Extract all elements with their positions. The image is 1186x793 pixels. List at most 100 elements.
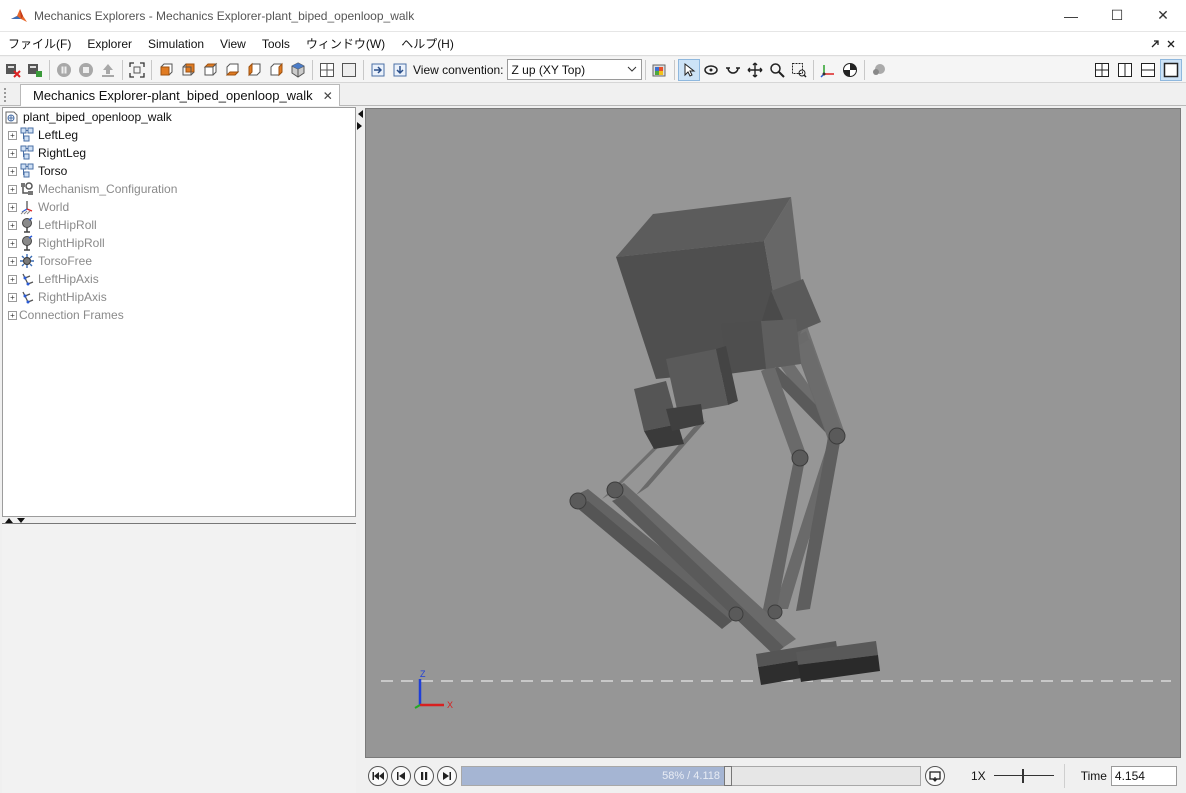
save-results-icon[interactable] (24, 59, 46, 81)
config-icon (19, 181, 35, 197)
layout-single-icon[interactable] (1160, 58, 1182, 81)
expand-icon[interactable]: + (8, 274, 17, 284)
expand-icon[interactable]: + (8, 220, 17, 230)
title-bar: Mechanics Explorers - Mechanics Explorer… (0, 0, 1186, 32)
tree-root-label: plant_biped_openloop_walk (23, 110, 172, 124)
tree-item-label: TorsoFree (38, 254, 93, 268)
vertical-splitter[interactable] (356, 107, 364, 793)
view-right-icon[interactable] (265, 59, 287, 81)
single-view-icon[interactable] (338, 59, 360, 81)
tree-item-lefthiproll[interactable]: + LeftHipRoll (3, 216, 355, 234)
undock-icon[interactable] (1148, 37, 1162, 51)
view-back-icon[interactable] (177, 59, 199, 81)
clear-results-icon[interactable] (2, 59, 24, 81)
expand-icon[interactable]: + (8, 166, 17, 176)
tree-item-mechanism-configuration[interactable]: + Mechanism_Configuration (3, 180, 355, 198)
playback-speed-label: 1X (971, 769, 986, 783)
menu-help[interactable]: ヘルプ(H) (393, 33, 462, 55)
playback-bar: 58% / 4.118 1X Time 4.154 (365, 759, 1186, 793)
minimize-button[interactable]: — (1048, 0, 1094, 32)
layout-four-icon[interactable] (1091, 59, 1113, 81)
expand-icon[interactable]: + (8, 130, 17, 140)
view-convention-label: View convention: (413, 62, 504, 77)
tree-item-label: RightHipRoll (38, 236, 105, 250)
step-back-button[interactable] (391, 766, 411, 786)
speed-slider-knob[interactable] (1021, 769, 1024, 783)
menu-view[interactable]: View (212, 33, 254, 55)
menu-simulation[interactable]: Simulation (140, 33, 212, 55)
import-icon[interactable] (367, 59, 389, 81)
layout-vertical-split-icon[interactable] (1114, 59, 1136, 81)
3d-viewport[interactable]: Z X (365, 108, 1181, 758)
expand-icon[interactable]: + (8, 184, 17, 194)
menu-tools[interactable]: Tools (254, 33, 298, 55)
tree-root[interactable]: plant_biped_openloop_walk (3, 108, 355, 126)
background-color-icon[interactable] (649, 59, 671, 81)
tree-item-torsofree[interactable]: + TorsoFree (3, 252, 355, 270)
tree-item-leftleg[interactable]: + LeftLeg (3, 126, 355, 144)
layout-horizontal-split-icon[interactable] (1137, 59, 1159, 81)
box-zoom-icon[interactable] (788, 59, 810, 81)
progress-text: 58% / 4.118 (662, 770, 720, 782)
view-convention-value: Z up (XY Top) (511, 62, 586, 77)
tree-item-world[interactable]: + World (3, 198, 355, 216)
zoom-icon[interactable] (766, 59, 788, 81)
time-label: Time (1080, 769, 1107, 783)
tab-close-icon[interactable]: ✕ (323, 89, 333, 103)
export-icon[interactable] (389, 59, 411, 81)
collapse-left-icon[interactable] (356, 109, 364, 121)
four-views-icon[interactable] (316, 59, 338, 81)
expand-icon[interactable]: + (8, 238, 17, 248)
pause-button[interactable] (414, 766, 434, 786)
view-convention-select[interactable]: Z up (XY Top) (506, 59, 642, 80)
tree-item-righthipaxis[interactable]: + RightHipAxis (3, 288, 355, 306)
view-front-icon[interactable] (155, 59, 177, 81)
progress-thumb[interactable] (723, 766, 732, 786)
free-joint-icon (19, 253, 35, 269)
menu-file[interactable]: ファイル(F) (0, 33, 79, 55)
expand-right-icon[interactable] (356, 121, 364, 133)
rewind-button[interactable] (368, 766, 388, 786)
roll-icon[interactable] (722, 59, 744, 81)
fit-to-view-icon[interactable] (126, 59, 148, 81)
pause-sim-icon[interactable] (53, 59, 75, 81)
step-sim-icon[interactable] (97, 59, 119, 81)
expand-icon[interactable]: + (8, 256, 17, 266)
view-top-icon[interactable] (199, 59, 221, 81)
drag-grip[interactable] (4, 88, 12, 102)
select-pointer-icon[interactable] (677, 58, 700, 81)
playback-progress[interactable]: 58% / 4.118 (461, 766, 921, 786)
expand-icon[interactable]: + (8, 310, 17, 320)
point-cloud-icon[interactable] (868, 59, 890, 81)
expand-icon[interactable]: + (8, 148, 17, 158)
view-isometric-icon[interactable] (287, 59, 309, 81)
step-forward-button[interactable] (437, 766, 457, 786)
frames-toggle-icon[interactable] (817, 59, 839, 81)
tree-item-label: LeftHipAxis (38, 272, 99, 286)
tree-item-label: Torso (38, 164, 68, 178)
tree-item-lefthipaxis[interactable]: + LeftHipAxis (3, 270, 355, 288)
menu-window[interactable]: ウィンドウ(W) (298, 33, 393, 55)
time-input[interactable]: 4.154 (1110, 766, 1177, 786)
tree-item-label: RightHipAxis (38, 290, 107, 304)
tree-item-rightleg[interactable]: + RightLeg (3, 144, 355, 162)
frame-icon (19, 271, 35, 287)
rotate-icon[interactable] (700, 59, 722, 81)
loop-button[interactable] (925, 766, 945, 786)
playback-speed-slider[interactable] (993, 766, 1054, 786)
pan-icon[interactable] (744, 59, 766, 81)
tab-mechanics-explorer[interactable]: Mechanics Explorer-plant_biped_openloop_… (20, 84, 340, 106)
menu-explorer[interactable]: Explorer (79, 33, 140, 55)
expand-icon[interactable]: + (8, 202, 17, 212)
close-panel-icon[interactable] (1164, 37, 1178, 51)
stop-sim-icon[interactable] (75, 59, 97, 81)
tree-item-torso[interactable]: + Torso (3, 162, 355, 180)
maximize-button[interactable]: ☐ (1094, 0, 1140, 32)
tree-item-righthiproll[interactable]: + RightHipRoll (3, 234, 355, 252)
center-of-mass-icon[interactable] (839, 59, 861, 81)
expand-icon[interactable]: + (8, 292, 17, 302)
view-bottom-icon[interactable] (221, 59, 243, 81)
view-left-icon[interactable] (243, 59, 265, 81)
tree-item-connection-frames[interactable]: + Connection Frames (3, 306, 355, 324)
close-window-button[interactable]: ✕ (1140, 0, 1186, 32)
